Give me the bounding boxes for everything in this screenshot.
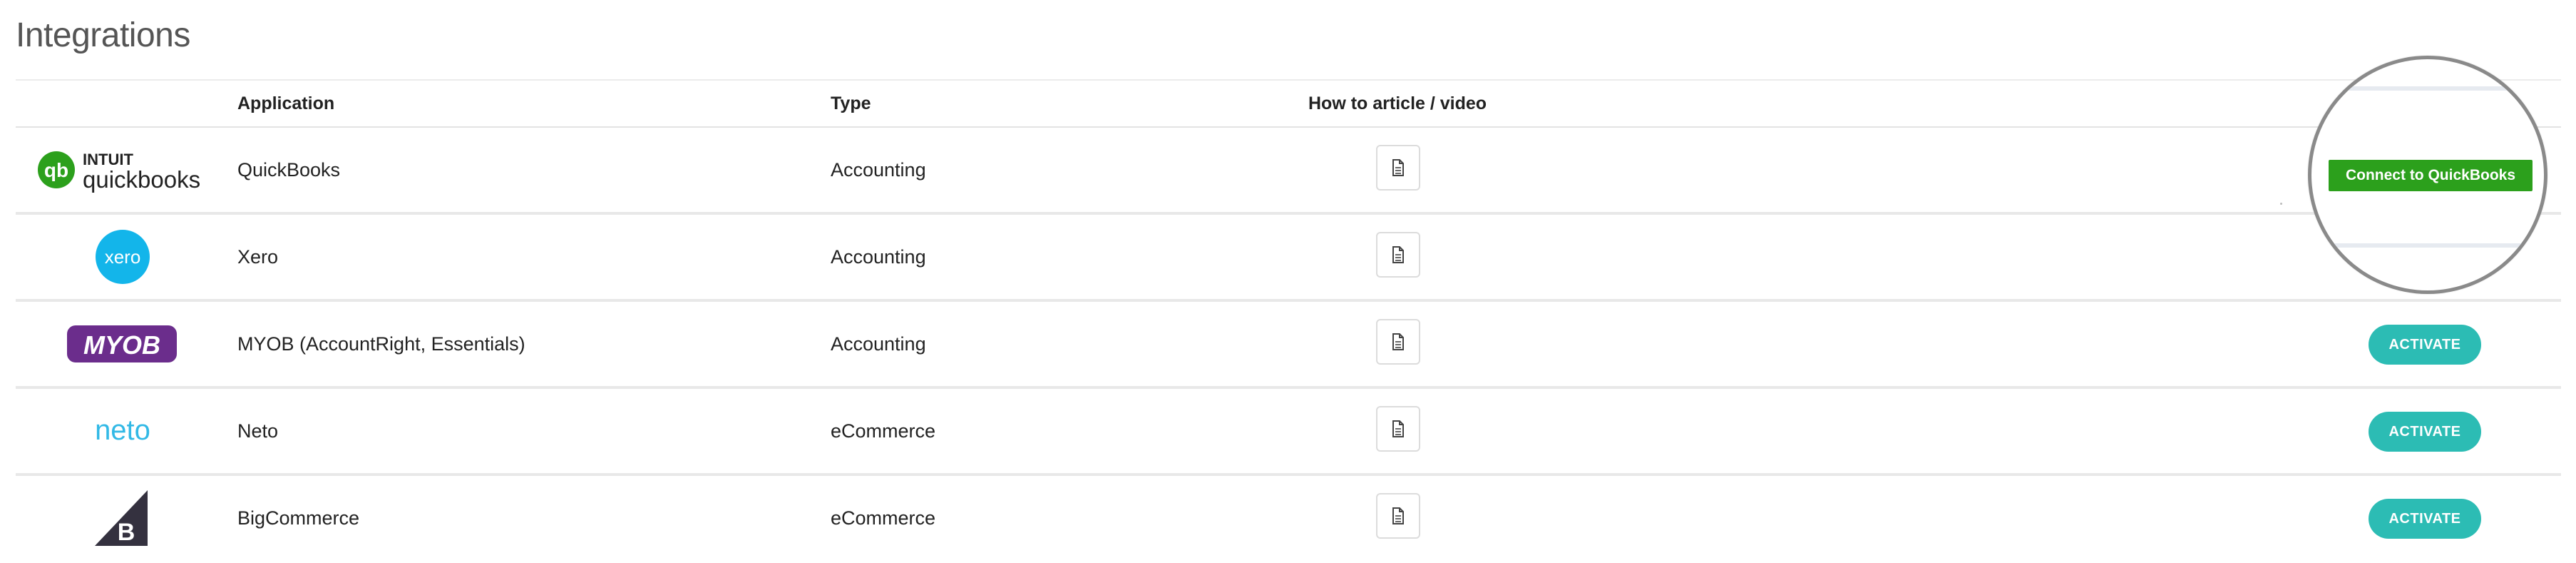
magnifier-divider xyxy=(2311,86,2544,91)
bigcommerce-logo: B xyxy=(16,476,230,560)
howto-article-button[interactable] xyxy=(1376,493,1420,539)
application-name: Neto xyxy=(237,420,279,442)
myob-logo: MYOB xyxy=(16,302,230,386)
table-row: qb INTUIT quickbooks QuickBooks Accounti… xyxy=(16,128,2561,215)
howto-article-button[interactable] xyxy=(1376,406,1420,452)
howto-article-button[interactable] xyxy=(1376,145,1420,191)
application-name: QuickBooks xyxy=(237,159,341,181)
table-row: neto Neto eCommerce ACTIVATE xyxy=(16,389,2561,476)
howto-article-button[interactable] xyxy=(1376,319,1420,365)
document-icon xyxy=(1392,159,1404,176)
document-icon xyxy=(1392,246,1404,263)
svg-text:qb: qb xyxy=(44,159,68,181)
quickbooks-logo: qb INTUIT quickbooks xyxy=(16,128,230,212)
application-name: BigCommerce xyxy=(237,507,360,529)
howto-article-button[interactable] xyxy=(1376,232,1420,278)
page-title: Integrations xyxy=(16,16,190,54)
application-type: eCommerce xyxy=(831,507,936,529)
table-row: MYOB MYOB (AccountRight, Essentials) Acc… xyxy=(16,302,2561,389)
table-row: B BigCommerce eCommerce ACTIVATE xyxy=(16,476,2561,563)
application-type: eCommerce xyxy=(831,420,936,442)
application-name: MYOB (AccountRight, Essentials) xyxy=(237,333,525,355)
header-application: Application xyxy=(237,93,335,113)
magnifier-callout: Connect to QuickBooks xyxy=(2308,56,2547,294)
magnifier-divider xyxy=(2311,243,2544,248)
header-howto: How to article / video xyxy=(1308,93,1487,113)
integrations-table: Application Type How to article / video … xyxy=(16,79,2561,563)
neto-logo: neto xyxy=(16,389,230,473)
connect-quickbooks-button[interactable]: Connect to QuickBooks xyxy=(2329,160,2533,191)
application-name: Xero xyxy=(237,246,279,268)
activate-button[interactable]: ACTIVATE xyxy=(2369,412,2481,452)
document-icon xyxy=(1392,420,1404,437)
svg-text:MYOB: MYOB xyxy=(83,330,160,360)
document-icon xyxy=(1392,507,1404,524)
svg-text:neto: neto xyxy=(95,415,150,446)
activate-button[interactable]: ACTIVATE xyxy=(2369,499,2481,539)
activate-button[interactable]: ACTIVATE xyxy=(2369,325,2481,365)
svg-text:xero: xero xyxy=(105,246,141,268)
application-type: Accounting xyxy=(831,159,926,181)
svg-text:quickbooks: quickbooks xyxy=(83,166,200,193)
application-type: Accounting xyxy=(831,333,926,355)
table-row: xero Xero Accounting xyxy=(16,215,2561,302)
decorative-dot xyxy=(2280,203,2282,205)
xero-logo: xero xyxy=(16,215,230,299)
document-icon xyxy=(1392,333,1404,350)
header-type: Type xyxy=(831,93,871,113)
svg-text:B: B xyxy=(118,519,135,546)
application-type: Accounting xyxy=(831,246,926,268)
table-header: Application Type How to article / video xyxy=(16,79,2561,128)
